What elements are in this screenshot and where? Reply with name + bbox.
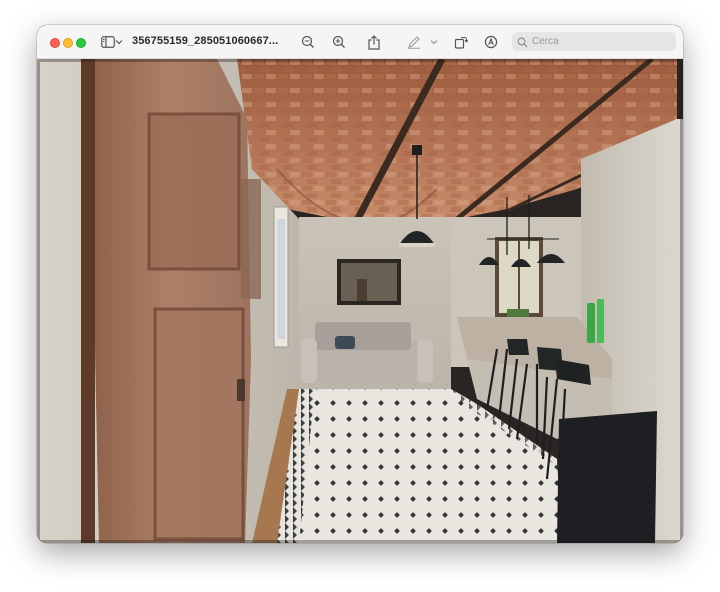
chevron-down-icon[interactable] xyxy=(429,34,439,50)
annotate-icon[interactable] xyxy=(483,34,499,50)
image-canvas xyxy=(37,59,683,543)
preview-window: 356755159_285051060667... Cerca xyxy=(37,25,683,543)
zoom-out-icon[interactable] xyxy=(300,34,316,50)
minimize-button[interactable] xyxy=(63,38,73,48)
markup-pen-icon[interactable] xyxy=(406,34,422,50)
chevron-down-icon[interactable] xyxy=(114,34,124,50)
title-bar: 356755159_285051060667... Cerca xyxy=(37,25,683,59)
search-field[interactable]: Cerca xyxy=(512,32,676,51)
zoom-button[interactable] xyxy=(76,38,86,48)
zoom-in-icon[interactable] xyxy=(331,34,347,50)
room-photo xyxy=(37,59,683,543)
rotate-icon[interactable] xyxy=(453,34,469,50)
search-icon xyxy=(517,35,528,53)
close-button[interactable] xyxy=(50,38,60,48)
search-placeholder: Cerca xyxy=(532,36,559,47)
window-title: 356755159_285051060667... xyxy=(132,35,279,47)
share-icon[interactable] xyxy=(366,34,382,50)
